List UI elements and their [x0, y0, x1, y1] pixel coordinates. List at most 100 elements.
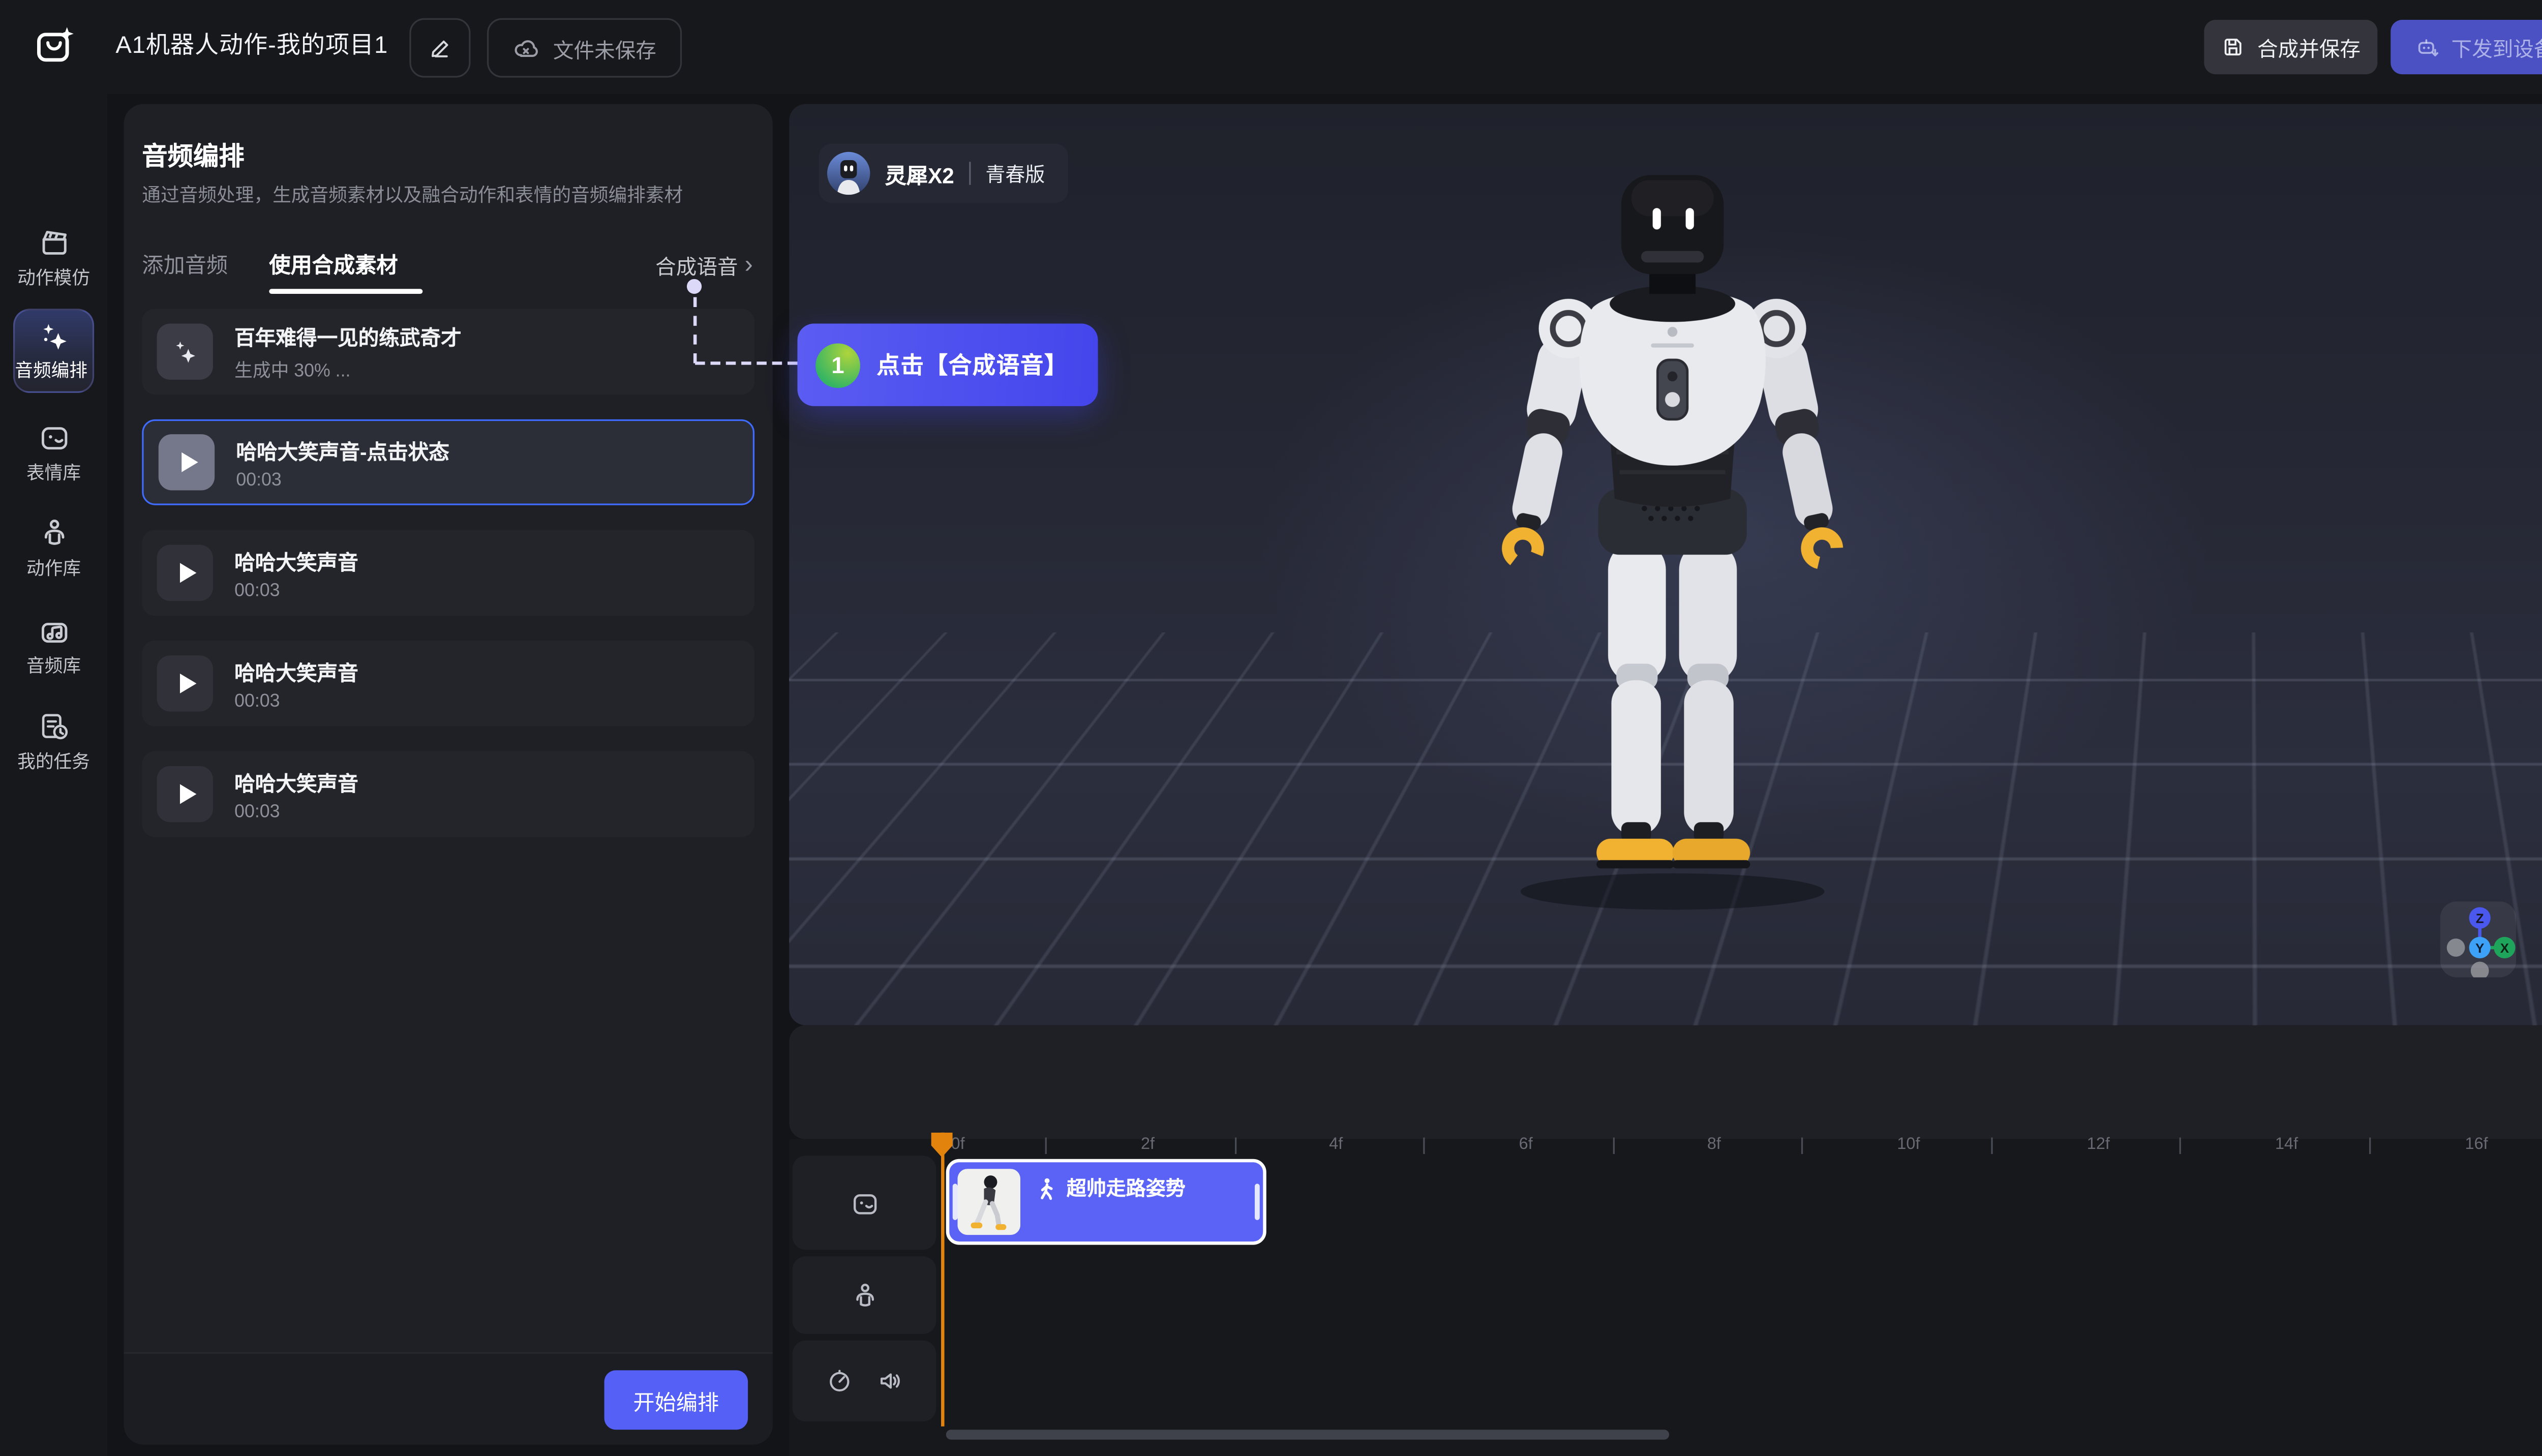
deploy-button[interactable]: 下发到设备	[2390, 20, 2542, 74]
timeline-horizontal-scrollbar[interactable]	[946, 1430, 1669, 1439]
ruler-tick-label: 10f	[1897, 1136, 1920, 1154]
timeline-panel: 0f 2f 4f 6f 8f 10f 12f 14f 16f	[789, 1139, 2542, 1456]
axis-y-label: Y	[2475, 941, 2484, 956]
ruler-minor-tick	[1801, 1137, 1803, 1154]
sidebar-nav: 动作模仿 音频编排 表情库 动作库 音频库	[0, 94, 107, 1456]
synthesize-voice-label: 合成语音	[655, 249, 738, 281]
task-list-clock-icon	[37, 710, 70, 743]
axis-gizmo[interactable]: Z X Y	[2440, 901, 2516, 977]
save-button[interactable]: 合成并保存	[2204, 20, 2377, 74]
audio-item-title: 哈哈大笑声音	[234, 545, 358, 577]
tab-add-audio[interactable]: 添加音频	[142, 248, 228, 279]
track-header-audio[interactable]	[793, 1341, 936, 1421]
audio-item-title: 哈哈大笑声音-点击状态	[236, 434, 449, 466]
sidebar-label: 音频编排	[15, 356, 93, 383]
ruler-tick-label: 16f	[2465, 1136, 2488, 1154]
active-tab-underline	[269, 289, 422, 293]
sidebar-label: 表情库	[0, 459, 107, 486]
ruler-tick-label: 6f	[1519, 1136, 1533, 1154]
ruler-minor-tick	[1045, 1137, 1047, 1154]
walking-person-icon	[1035, 1176, 1058, 1199]
axis-x-label: X	[2500, 941, 2509, 956]
track-header-expression[interactable]	[793, 1156, 936, 1250]
audio-item[interactable]: 哈哈大笑声音 00:03	[142, 530, 754, 616]
audio-item-duration: 00:03	[236, 471, 449, 491]
play-icon	[179, 784, 195, 804]
panel-description: 通过音频处理，生成音频素材以及融合动作和表情的音频编排素材	[142, 181, 683, 208]
guide-anchor-dot	[687, 279, 702, 294]
clip-trim-handle-right[interactable]	[1255, 1184, 1260, 1220]
guide-tooltip-text: 点击【合成语音】	[876, 348, 1068, 381]
audio-item-generating[interactable]: 百年难得一见的练武奇才 生成中 30% ...	[142, 309, 754, 395]
ruler-minor-tick	[1235, 1137, 1236, 1154]
expression-track-icon	[850, 1188, 879, 1218]
timeline-clip-walk-pose[interactable]: 超帅走路姿势	[946, 1159, 1266, 1245]
save-button-label: 合成并保存	[2257, 32, 2361, 63]
play-button[interactable]	[159, 434, 215, 490]
clip-trim-handle-left[interactable]	[953, 1184, 958, 1220]
playhead-handle[interactable]	[931, 1133, 953, 1158]
audio-item-selected[interactable]: 哈哈大笑声音-点击状态 00:03	[142, 419, 754, 505]
ruler-tick-label: 4f	[1329, 1136, 1343, 1154]
start-arrange-button[interactable]: 开始编排	[604, 1370, 748, 1430]
play-button[interactable]	[157, 545, 213, 601]
guide-step-badge: 1	[815, 343, 860, 387]
speed-dial-icon	[825, 1367, 853, 1395]
robot-model-badge: 灵犀X2 青春版	[819, 144, 1068, 203]
music-box-icon	[37, 614, 70, 647]
ruler-tick-label: 12f	[2087, 1136, 2110, 1154]
panel-footer: 开始编排	[124, 1352, 773, 1445]
audio-item-title: 哈哈大笑声音	[234, 766, 358, 798]
robot-name: 灵犀X2	[885, 158, 954, 189]
robot-edition: 青春版	[985, 159, 1045, 187]
deploy-button-label: 下发到设备	[2452, 32, 2542, 63]
app-window: A1机器人动作-我的项目1 文件未保存 合成并保存 下发到设备	[0, 0, 2542, 1456]
cloud-unsaved-icon	[512, 34, 540, 62]
audio-item-duration: 00:03	[234, 692, 358, 712]
play-button[interactable]	[157, 655, 213, 711]
sidebar-item-audio-library[interactable]: 音频库	[0, 614, 107, 679]
ruler-minor-tick	[1613, 1137, 1615, 1154]
clip-thumbnail	[958, 1169, 1020, 1235]
person-icon	[37, 517, 70, 550]
sidebar-item-my-tasks[interactable]: 我的任务	[0, 710, 107, 774]
panel-title: 音频编排	[142, 137, 244, 173]
audio-arrange-panel: 音频编排 通过音频处理，生成音频素材以及融合动作和表情的音频编排素材 添加音频 …	[124, 104, 773, 1445]
rename-button[interactable]	[409, 18, 470, 78]
top-bar: A1机器人动作-我的项目1 文件未保存 合成并保存 下发到设备	[0, 0, 2542, 94]
app-logo-icon	[33, 25, 76, 68]
audio-item-title: 百年难得一见的练武奇才	[234, 320, 462, 352]
chevron-right-icon: ›	[745, 255, 753, 275]
audio-item[interactable]: 哈哈大笑声音 00:03	[142, 641, 754, 726]
robot-face-icon	[37, 421, 70, 454]
sidebar-label: 动作模仿	[0, 264, 107, 291]
playhead-line[interactable]	[940, 1133, 943, 1427]
synthesize-voice-link[interactable]: 合成语音 ›	[655, 249, 753, 281]
clapperboard-icon	[37, 226, 70, 259]
sidebar-item-motion-mimic[interactable]: 动作模仿	[0, 226, 107, 291]
speaker-icon	[876, 1367, 904, 1395]
ruler-minor-tick	[2369, 1137, 2371, 1154]
motion-track-icon	[850, 1280, 879, 1310]
guide-tooltip: 1 点击【合成语音】	[798, 324, 1098, 406]
file-status-button[interactable]: 文件未保存	[487, 18, 681, 78]
sidebar-label: 动作库	[0, 555, 107, 581]
audio-item[interactable]: 哈哈大笑声音 00:03	[142, 751, 754, 837]
tab-use-synth-material[interactable]: 使用合成素材	[269, 248, 398, 279]
sidebar-item-audio-arrange[interactable]: 音频编排	[13, 309, 94, 393]
audio-item-status: 生成中 30% ...	[234, 356, 462, 383]
sidebar-item-motion-library[interactable]: 动作库	[0, 517, 107, 581]
axis-neg-x	[2447, 938, 2465, 957]
3d-viewport[interactable]: 灵犀X2 青春版 Z X Y	[789, 104, 2542, 1025]
audio-item-title: 哈哈大笑声音	[234, 655, 358, 687]
track-header-motion[interactable]	[793, 1256, 936, 1334]
robot-download-icon	[2413, 34, 2440, 60]
pencil-icon	[427, 35, 453, 61]
sidebar-item-expression-library[interactable]: 表情库	[0, 421, 107, 486]
file-status-label: 文件未保存	[553, 32, 656, 64]
audio-item-duration: 00:03	[234, 802, 358, 822]
robot-3d-model[interactable]	[1416, 168, 1928, 944]
play-button[interactable]	[157, 766, 213, 822]
badge-divider	[969, 162, 971, 185]
save-icon	[2221, 35, 2246, 59]
